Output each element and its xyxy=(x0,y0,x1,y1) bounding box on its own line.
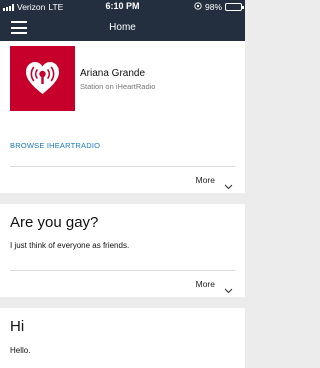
orientation-lock-icon xyxy=(194,2,202,12)
card-title: Are you gay? xyxy=(10,214,99,231)
card-title: Hi xyxy=(10,318,25,335)
more-label: More xyxy=(195,175,215,185)
more-label: More xyxy=(195,279,215,289)
status-right: 98% xyxy=(194,2,244,12)
page-title: Home xyxy=(109,22,136,33)
battery-icon xyxy=(225,3,244,11)
divider xyxy=(10,166,235,167)
browse-iheartradio-link[interactable]: BROWSE IHEARTRADIO xyxy=(10,141,100,150)
chevron-down-icon xyxy=(224,281,233,299)
iheartradio-logo-icon[interactable] xyxy=(10,46,75,111)
station-subtitle: Station on iHeartRadio xyxy=(80,82,156,91)
status-bar: Verizon LTE 6:10 PM 98% xyxy=(0,0,245,14)
card-body: Hello. xyxy=(10,346,31,355)
chevron-down-icon xyxy=(224,177,233,195)
station-title[interactable]: Ariana Grande xyxy=(80,68,145,79)
station-card: Ariana Grande Station on iHeartRadio BRO… xyxy=(0,41,245,193)
qa-card: Are you gay? I just think of everyone as… xyxy=(0,204,245,297)
card-body: I just think of everyone as friends. xyxy=(10,241,130,250)
nav-bar: Home xyxy=(0,14,245,41)
more-button[interactable]: More xyxy=(0,272,245,296)
divider xyxy=(10,270,235,271)
qa-card: Hi Hello. xyxy=(0,308,245,368)
more-button[interactable]: More xyxy=(0,168,245,192)
battery-percent: 98% xyxy=(204,2,222,12)
